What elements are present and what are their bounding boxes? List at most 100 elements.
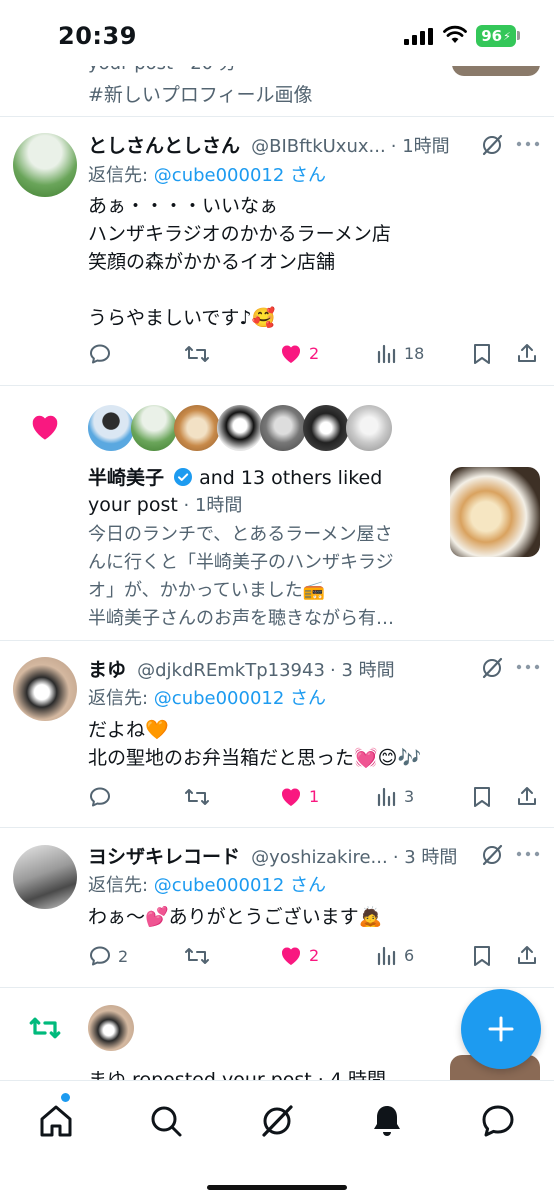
- like-button[interactable]: 2: [279, 944, 319, 966]
- divider: [0, 385, 554, 386]
- plus-icon: [488, 1016, 514, 1042]
- divider: [0, 987, 554, 988]
- bookmark-icon[interactable]: [471, 785, 493, 809]
- liked-line2-text: your post: [88, 494, 178, 516]
- reply-prefix: 返信先:: [88, 875, 154, 896]
- grok-icon[interactable]: [480, 843, 504, 867]
- like-button[interactable]: 1: [279, 785, 319, 807]
- more-icon[interactable]: [516, 140, 540, 148]
- reply-mention[interactable]: @cube000012 さん: [154, 875, 326, 896]
- repost-button[interactable]: [184, 785, 210, 809]
- repost-icon: [185, 789, 209, 805]
- grok-icon[interactable]: [257, 1101, 297, 1141]
- liker-name[interactable]: 半崎美子: [88, 467, 164, 489]
- reply-button[interactable]: 2: [88, 944, 128, 968]
- preview-line: オ」が、かかっていました📻: [88, 580, 326, 601]
- tweet-line: あぁ・・・・いいなぁ: [88, 195, 279, 217]
- reply-prefix: 返信先:: [88, 165, 154, 186]
- tweet-text: だよね🧡 北の聖地のお弁当箱だと思った💓😊🎶: [88, 716, 421, 772]
- search-icon[interactable]: [146, 1101, 186, 1141]
- battery-level: 96: [481, 27, 503, 45]
- reply-icon: [90, 946, 110, 966]
- grok-icon[interactable]: [480, 133, 504, 157]
- tweet-line: わぁ〜💕ありがとうございます🙇: [88, 906, 383, 928]
- views-button[interactable]: 3: [376, 785, 414, 807]
- reply-to: 返信先: @cube000012 さん: [88, 161, 326, 187]
- timestamp: · 1時間: [177, 495, 243, 516]
- tweet-line: だよね🧡: [88, 719, 169, 741]
- notification-header: まゆ @djkdREmkTp13943 · 3 時間: [88, 655, 395, 682]
- reply-mention[interactable]: @cube000012 さん: [154, 688, 326, 709]
- liked-line2: your post · 1時間: [88, 491, 242, 517]
- views-button[interactable]: 6: [376, 944, 414, 966]
- avatar[interactable]: [346, 405, 392, 451]
- reply-prefix: 返信先:: [88, 688, 154, 709]
- like-button[interactable]: 2: [279, 342, 319, 364]
- wifi-icon: [443, 25, 467, 43]
- like-count: 1: [309, 786, 320, 806]
- like-count: 2: [309, 945, 320, 965]
- avatar[interactable]: [13, 657, 77, 721]
- share-icon[interactable]: [515, 784, 539, 808]
- user-handle[interactable]: @yoshizakire...: [251, 847, 388, 868]
- bookmark-icon[interactable]: [471, 944, 493, 968]
- unread-dot: [61, 1093, 70, 1102]
- views-icon: [377, 344, 396, 364]
- reply-to: 返信先: @cube000012 さん: [88, 871, 326, 897]
- compose-button[interactable]: [461, 989, 541, 1069]
- reply-button[interactable]: [88, 342, 118, 366]
- avatar[interactable]: [217, 405, 263, 451]
- avatar[interactable]: [13, 845, 77, 909]
- repost-button[interactable]: [184, 944, 210, 968]
- home-icon[interactable]: [36, 1101, 76, 1141]
- liked-post-preview: 今日のランチで、とあるラーメン屋さ んに行くと「半崎美子のハンザキラジ オ」が、…: [88, 521, 394, 633]
- user-name[interactable]: としさんとしさん: [88, 135, 240, 157]
- user-name[interactable]: まゆ: [88, 659, 126, 681]
- divider: [0, 640, 554, 641]
- avatar[interactable]: [174, 405, 220, 451]
- views-button[interactable]: 18: [376, 342, 424, 364]
- repost-button[interactable]: [184, 342, 210, 366]
- messages-icon[interactable]: [478, 1101, 518, 1141]
- more-icon[interactable]: [516, 850, 540, 858]
- liked-suffix: and 13 others liked: [199, 467, 383, 489]
- user-handle[interactable]: @BIBftkUxux...: [251, 136, 386, 157]
- tweet-text: あぁ・・・・いいなぁ ハンザキラジオのかかるラーメン店 笑顔の森がかかるイオン店…: [88, 192, 391, 332]
- reply-count: 2: [118, 946, 129, 966]
- like-count: 2: [309, 343, 320, 363]
- profile-hashtag: #新しいプロフィール画像: [88, 84, 313, 106]
- heart-icon: [281, 947, 301, 965]
- bookmark-icon[interactable]: [471, 342, 493, 366]
- preview-line: 今日のランチで、とあるラーメン屋さ: [88, 524, 393, 545]
- user-handle[interactable]: @djkdREmkTp13943: [137, 660, 325, 681]
- reply-button[interactable]: [88, 785, 118, 809]
- user-name[interactable]: ヨシザキレコード: [88, 846, 240, 868]
- grok-icon[interactable]: [480, 656, 504, 680]
- share-icon[interactable]: [515, 341, 539, 365]
- avatar[interactable]: [131, 405, 177, 451]
- avatar[interactable]: [88, 1005, 134, 1051]
- bell-icon[interactable]: [367, 1101, 407, 1141]
- avatar[interactable]: [260, 405, 306, 451]
- avatar[interactable]: [303, 405, 349, 451]
- reply-mention[interactable]: @cube000012 さん: [154, 165, 326, 186]
- more-icon[interactable]: [516, 663, 540, 671]
- notification-feed[interactable]: your post · 20 分 #新しいプロフィール画像 としさんとしさん @…: [0, 0, 554, 1080]
- repost-icon: [185, 948, 209, 964]
- share-icon[interactable]: [515, 943, 539, 967]
- tweet-text: わぁ〜💕ありがとうございます🙇: [88, 903, 382, 931]
- bottom-tab-bar: [0, 1080, 554, 1199]
- avatar[interactable]: [88, 405, 134, 451]
- heart-icon: [281, 788, 301, 806]
- repost-summary: まゆ reposted your post · 4 時間: [88, 1069, 386, 1080]
- repost-icon: [29, 1017, 61, 1039]
- tweet-line: 笑顔の森がかかるイオン店舗: [88, 251, 336, 273]
- tweet-line: 北の聖地のお弁当箱だと思った💓😊🎶: [88, 747, 422, 769]
- views-icon: [377, 787, 396, 807]
- battery-indicator: 96 ⚡: [476, 25, 516, 47]
- post-thumbnail[interactable]: [450, 467, 540, 557]
- avatar[interactable]: [13, 133, 77, 197]
- divider: [0, 827, 554, 828]
- battery-cap: [517, 31, 520, 40]
- reply-icon: [90, 344, 110, 364]
